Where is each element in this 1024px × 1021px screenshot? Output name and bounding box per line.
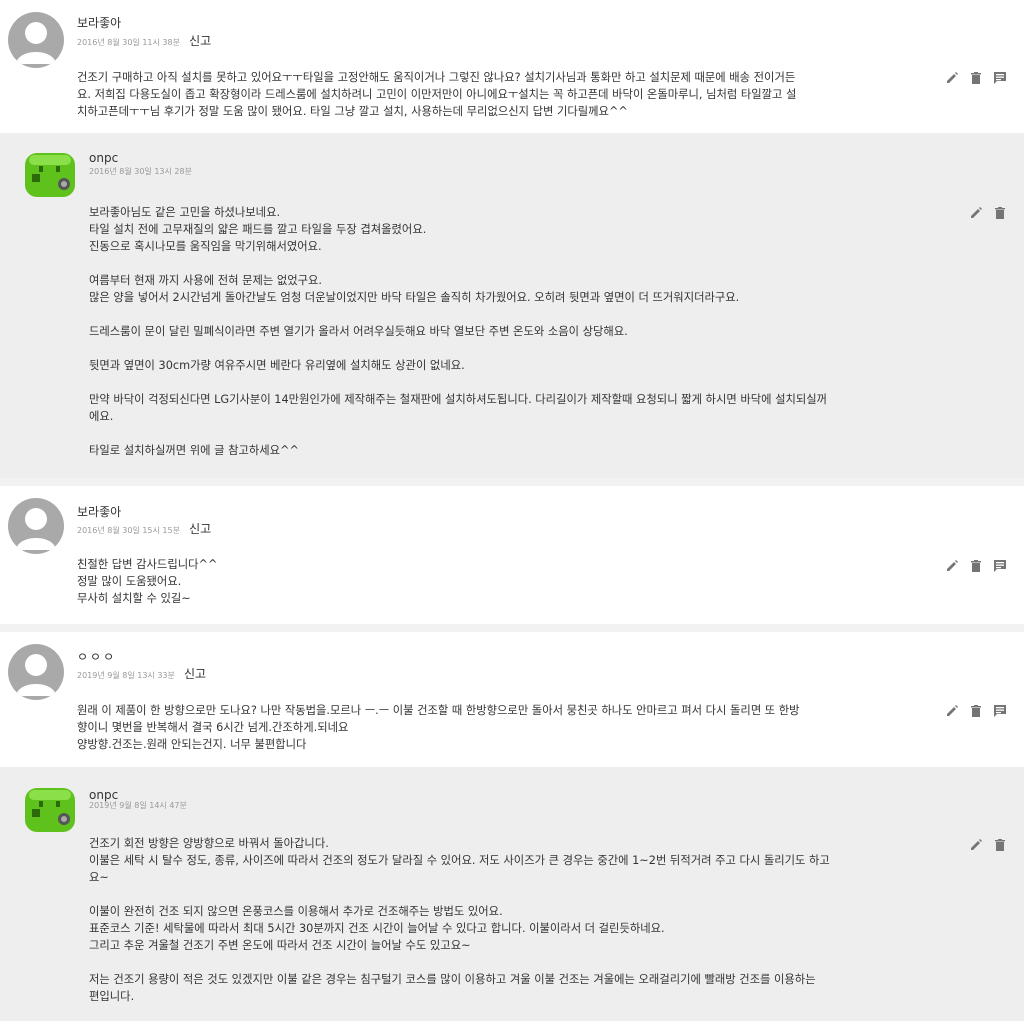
reply-1: onpc 2016년 8월 30일 13시 28분 보라좋아님도 같은 고민을 … xyxy=(0,133,1024,478)
comment-meta: 2016년 8월 30일 15시 15분 신고 xyxy=(77,518,211,537)
green-robot-icon xyxy=(22,146,78,202)
trash-icon[interactable] xyxy=(969,71,983,85)
comment-icon[interactable] xyxy=(993,704,1007,718)
comment-meta: 2016년 8월 30일 11시 38분 신고 xyxy=(77,30,211,49)
comment-meta: 2019년 9월 8일 13시 33분 신고 xyxy=(77,663,206,682)
pencil-icon[interactable] xyxy=(969,206,983,220)
user-avatar xyxy=(8,498,64,554)
pencil-icon[interactable] xyxy=(945,71,959,85)
comment-date: 2019년 9월 8일 14시 47분 xyxy=(89,801,187,810)
comment-icon[interactable] xyxy=(993,559,1007,573)
green-robot-icon xyxy=(22,781,78,837)
comment-icon[interactable] xyxy=(993,71,1007,85)
comment-body: 보라좋아님도 같은 고민을 하셨나보네요. 타일 설치 전에 고무재질의 얇은 … xyxy=(89,206,828,457)
comment-actions xyxy=(945,71,1007,85)
report-link[interactable]: 신고 xyxy=(189,34,211,48)
comment-date: 2016년 8월 30일 15시 15분 xyxy=(77,526,180,535)
comment-date: 2016년 8월 30일 13시 28분 xyxy=(89,167,192,176)
pencil-icon[interactable] xyxy=(969,838,983,852)
comment-actions xyxy=(969,206,1007,220)
user-silhouette-icon xyxy=(16,654,56,696)
comment-1: 보라좋아 2016년 8월 30일 11시 38분 신고 건조기 구매하고 아직… xyxy=(0,0,1024,133)
comment-date: 2016년 8월 30일 11시 38분 xyxy=(77,38,180,47)
comment-body: 원래 이 제품이 한 방향으로만 도나요? 나만 작동법을.모르나 ㅡ.ㅡ 이불… xyxy=(77,704,800,751)
trash-icon[interactable] xyxy=(969,559,983,573)
comment-3: ㅇㅇㅇ 2019년 9월 8일 13시 33분 신고 원래 이 제품이 한 방향… xyxy=(0,632,1024,767)
comment-date: 2019년 9월 8일 13시 33분 xyxy=(77,671,175,680)
trash-icon[interactable] xyxy=(993,206,1007,220)
comment-actions xyxy=(945,559,1007,573)
user-silhouette-icon xyxy=(16,22,56,64)
comment-body: 건조기 구매하고 아직 설치를 못하고 있어요ㅜㅜ타일을 고정안해도 움직이거나… xyxy=(77,71,797,118)
pencil-icon[interactable] xyxy=(945,704,959,718)
comment-actions xyxy=(969,838,1007,852)
reply-2: onpc 2019년 9월 8일 14시 47분 건조기 회전 방향은 양방향으… xyxy=(0,767,1024,1021)
comment-author: 보라좋아 xyxy=(77,16,122,30)
user-avatar xyxy=(8,12,64,68)
comment-body: 친절한 답변 감사드립니다^^ 정말 많이 도움됐어요. 무사히 설치할 수 있… xyxy=(77,558,218,605)
comment-2: 보라좋아 2016년 8월 30일 15시 15분 신고 친절한 답변 감사드립… xyxy=(0,486,1024,624)
pencil-icon[interactable] xyxy=(945,559,959,573)
comment-actions xyxy=(945,704,1007,718)
comment-body: 건조기 회전 방향은 양방향으로 바꿔서 돌아갑니다. 이불은 세탁 시 탈수 … xyxy=(89,837,830,1003)
report-link[interactable]: 신고 xyxy=(184,667,206,681)
trash-icon[interactable] xyxy=(969,704,983,718)
user-silhouette-icon xyxy=(16,508,56,550)
comment-separator xyxy=(0,624,1024,632)
comment-separator xyxy=(0,478,1024,486)
report-link[interactable]: 신고 xyxy=(189,522,211,536)
user-avatar xyxy=(8,644,64,700)
trash-icon[interactable] xyxy=(993,838,1007,852)
comment-author: onpc xyxy=(89,151,119,165)
